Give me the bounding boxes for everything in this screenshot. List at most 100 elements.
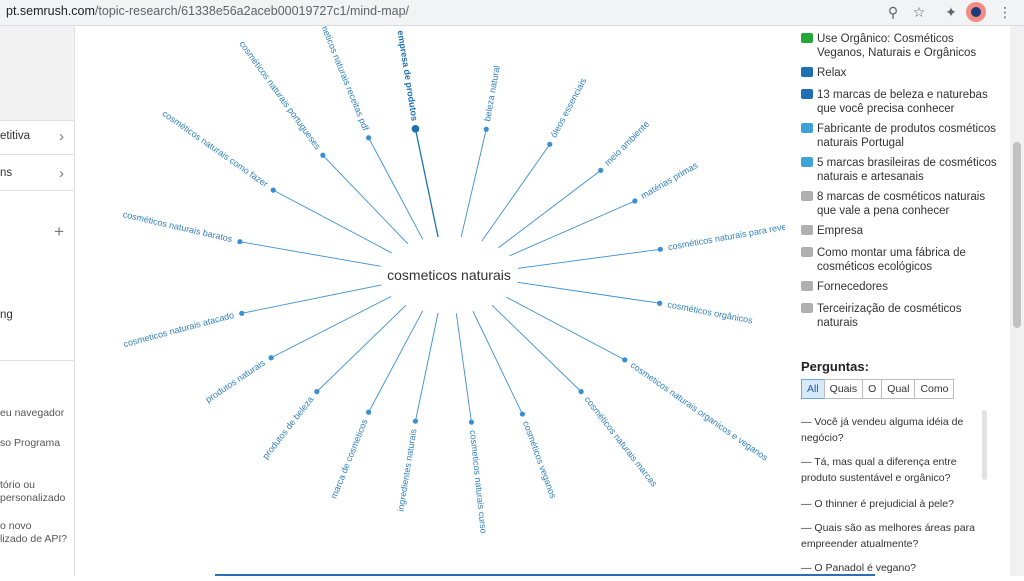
mind-map-branch-label[interactable]: empresa de produtos xyxy=(396,30,420,122)
mind-map-link xyxy=(272,189,392,254)
mind-map-node-dot[interactable] xyxy=(483,126,489,132)
mind-map-branch-label[interactable]: cosméticos naturais marcas xyxy=(583,394,660,488)
mind-map-node-dot[interactable] xyxy=(270,187,276,193)
mind-map-link xyxy=(239,241,381,267)
extensions-puzzle-icon[interactable]: ✦ xyxy=(942,3,960,21)
mind-map-branch-label[interactable]: cosméticos naturais portugueses xyxy=(237,39,323,152)
mind-map-link xyxy=(368,310,424,413)
bookmark-star-icon[interactable]: ☆ xyxy=(910,3,928,21)
megaphone-icon xyxy=(801,303,813,313)
mind-map-node-dot[interactable] xyxy=(239,310,245,316)
mind-map-branch-label[interactable]: ingredientes naturais xyxy=(396,428,419,513)
sidebar-item-ng[interactable]: ng xyxy=(0,309,74,321)
mind-map-node-dot[interactable] xyxy=(268,355,274,361)
mind-map-branch-label[interactable]: matérias primas xyxy=(639,160,700,201)
sidebar-text-line[interactable]: tório ou xyxy=(0,479,74,492)
mind-map-node-dot[interactable] xyxy=(366,409,372,415)
headline-title[interactable]: Relax xyxy=(817,66,997,80)
headline-title[interactable]: Fornecedores xyxy=(817,280,997,294)
mind-map-center-topic[interactable]: cosmeticos naturais xyxy=(387,267,511,283)
headline-title[interactable]: 5 marcas brasileiras de cosméticos natur… xyxy=(817,156,997,184)
mind-map-branch-label[interactable]: cosmeticos naturais atacado xyxy=(122,310,235,349)
questions-scrollbar[interactable] xyxy=(982,410,987,480)
mind-map-node-dot[interactable] xyxy=(632,198,638,204)
question-item[interactable]: — Tá, mas qual a diferença entre produto… xyxy=(801,454,981,486)
mind-map-node-dot[interactable] xyxy=(519,411,525,417)
megaphone-icon xyxy=(801,225,813,235)
profile-avatar[interactable] xyxy=(966,2,986,22)
kebab-menu-icon[interactable]: ⋮ xyxy=(996,3,1014,21)
sidebar-text-line[interactable]: lizado de API? xyxy=(0,533,74,546)
questions-tab[interactable]: Qual xyxy=(881,379,916,399)
sidebar-text-line[interactable]: eu navegador xyxy=(0,407,74,420)
mind-map-branch-label[interactable]: produtos de beleza xyxy=(260,394,315,460)
mind-map-branch-label[interactable]: beleza natural xyxy=(482,65,502,122)
questions-tab[interactable]: All xyxy=(801,379,825,399)
mind-map-branch-label[interactable]: produtos naturais xyxy=(204,357,268,404)
headline-title[interactable]: Fabricante de produtos cosméticos natura… xyxy=(817,122,997,150)
headline-title[interactable]: 13 marcas de beleza e naturebas que você… xyxy=(817,88,997,116)
mind-map-node-dot[interactable] xyxy=(411,125,420,133)
headline-title[interactable]: Terceirização de cosméticos naturais xyxy=(817,302,997,330)
chevron-right-icon: › xyxy=(59,128,64,145)
mind-map-branch-label[interactable]: cosmeticos naturais organicos e veganos xyxy=(629,360,770,463)
mind-map-node-dot[interactable] xyxy=(468,419,475,425)
question-item[interactable]: — Você já vendeu alguma idéia de negócio… xyxy=(801,414,981,446)
mind-map-node-dot[interactable] xyxy=(578,389,584,395)
mind-map-node-dot[interactable] xyxy=(412,418,419,424)
mind-map-branch-label[interactable]: cosmeticos naturais curso xyxy=(468,430,489,535)
mind-map-node-dot[interactable] xyxy=(320,152,326,158)
sidebar-item-label: ns xyxy=(0,167,13,179)
headline-title[interactable]: Use Orgânico: Cosméticos Veganos, Natura… xyxy=(817,32,997,60)
sidebar-item-competitiva[interactable]: etitiva › xyxy=(0,128,74,145)
mind-map-node-dot[interactable] xyxy=(366,135,372,141)
question-item[interactable]: — O thinner é prejudicial à pele? xyxy=(801,496,981,512)
mind-map-node-dot[interactable] xyxy=(547,141,553,147)
scrollbar-thumb[interactable] xyxy=(1013,142,1021,328)
headline-title[interactable]: 8 marcas de cosméticos naturais que vale… xyxy=(817,190,997,218)
mind-map-node-dot[interactable] xyxy=(237,239,243,245)
questions-tab[interactable]: Quais xyxy=(823,379,864,399)
divider xyxy=(0,154,74,155)
mind-map-node-dot[interactable] xyxy=(657,300,663,306)
sidebar-item-label: etitiva xyxy=(0,130,31,142)
mind-map-branch-label[interactable]: meio ambiente xyxy=(602,119,651,168)
sidebar-text-line[interactable]: personalizado xyxy=(0,492,74,505)
zoom-icon[interactable]: ⚲ xyxy=(884,3,902,21)
mind-map-branch-label[interactable]: cosmeticos naturais receitas pdf xyxy=(313,9,371,132)
mind-map-branch-label[interactable]: cosméticos veganos xyxy=(521,420,558,501)
mind-map-node-dot[interactable] xyxy=(598,167,604,173)
browser-address-bar[interactable]: pt.semrush.com/topic-research/61338e56a2… xyxy=(0,0,1024,26)
headline-title[interactable]: Como montar uma fábrica de cosméticos ec… xyxy=(817,246,997,274)
question-item[interactable]: — Quais são as melhores áreas para empre… xyxy=(801,520,981,552)
mind-map-branch-label[interactable]: cosméticos naturais para revenda xyxy=(667,219,802,252)
left-sidebar: etitiva › ns › + ng eu navegador so Progra… xyxy=(0,26,75,576)
mind-map-node-dot[interactable] xyxy=(314,389,320,395)
mind-map-branch-label[interactable]: marca de cosmeticos xyxy=(329,417,370,500)
megaphone-icon xyxy=(801,247,813,257)
plus-icon[interactable]: + xyxy=(54,222,64,242)
sidebar-item-ns[interactable]: ns › xyxy=(0,165,74,182)
mind-map-link xyxy=(460,129,487,238)
questions-tab[interactable]: O xyxy=(862,379,883,399)
sidebar-text-line[interactable]: so Programa xyxy=(0,437,74,450)
chevron-right-icon: › xyxy=(59,165,64,182)
page-scrollbar[interactable] xyxy=(1010,26,1024,576)
mind-map-node-dot[interactable] xyxy=(657,246,663,252)
mind-map-branch-label[interactable]: cosméticos orgânicos xyxy=(667,299,754,325)
mind-map-canvas: empresa de produtos cosmeticos naturais r… xyxy=(75,9,802,576)
url-path: /topic-research/61338e56a2aceb00019727c1… xyxy=(94,4,410,18)
mind-map-node-dot[interactable] xyxy=(622,357,628,363)
mind-map-link xyxy=(517,281,660,304)
mind-map-link xyxy=(368,137,424,240)
mind-map-link xyxy=(414,128,439,238)
sidebar-text-line[interactable]: o novo xyxy=(0,520,74,533)
mind-map-branch-label[interactable]: cosméticos naturais baratos xyxy=(122,209,234,244)
mind-map-link xyxy=(270,296,392,359)
headline-title[interactable]: Empresa xyxy=(817,224,997,238)
url-text[interactable]: pt.semrush.com/topic-research/61338e56a2… xyxy=(6,4,409,18)
mind-map-branch-label[interactable]: cosméticos naturais como fazer xyxy=(160,108,269,189)
divider xyxy=(0,360,74,361)
mind-map-branch-label[interactable]: óleos essenciais xyxy=(549,76,589,139)
questions-tab[interactable]: Como xyxy=(914,379,955,399)
